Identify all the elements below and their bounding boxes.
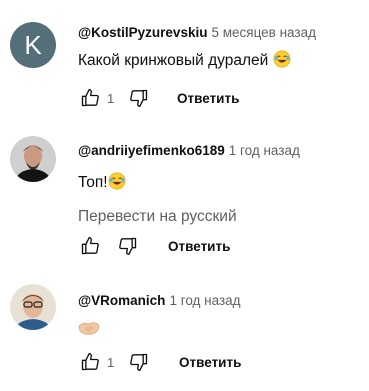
comment-text bbox=[78, 319, 363, 343]
thumb-up-icon bbox=[81, 89, 99, 107]
comment-2: @andriiyefimenko6189 1 год назад Топ! Пер… bbox=[0, 122, 369, 272]
like-count: 1 bbox=[107, 354, 115, 370]
comment-meta: @andriiyefimenko6189 1 год назад bbox=[78, 142, 363, 159]
handshake-emoji-icon bbox=[78, 319, 100, 343]
dislike-button[interactable] bbox=[127, 350, 151, 374]
like-button[interactable] bbox=[78, 234, 102, 258]
comment-time[interactable]: 5 месяцев назад bbox=[211, 25, 316, 40]
comment-text-content: Какой кринжовый дуралей bbox=[78, 52, 269, 69]
dislike-button[interactable] bbox=[127, 86, 151, 110]
avatar[interactable] bbox=[10, 284, 56, 330]
thumb-up-icon bbox=[81, 353, 99, 371]
thumb-down-icon bbox=[130, 353, 148, 371]
comment-meta: @KostilPyzurevskiu 5 месяцев назад bbox=[78, 24, 363, 41]
like-button[interactable] bbox=[78, 350, 102, 374]
comment-time[interactable]: 1 год назад bbox=[229, 143, 300, 158]
reply-button[interactable]: Ответить bbox=[168, 239, 230, 254]
laughing-emoji-icon bbox=[108, 172, 126, 196]
thumb-down-icon bbox=[119, 237, 137, 255]
comment-actions: 1 Ответить bbox=[78, 350, 241, 374]
laughing-emoji-icon bbox=[273, 50, 291, 74]
reply-button[interactable]: Ответить bbox=[177, 91, 239, 106]
comment-1: K @KostilPyzurevskiu 5 месяцев назад Како… bbox=[0, 0, 369, 122]
like-count: 1 bbox=[107, 90, 115, 106]
comment-actions: 1 Ответить bbox=[78, 86, 239, 110]
comment-time[interactable]: 1 год назад bbox=[169, 293, 240, 308]
comment-author[interactable]: @andriiyefimenko6189 bbox=[78, 143, 225, 158]
reply-button[interactable]: Ответить bbox=[179, 355, 241, 370]
thumb-up-icon bbox=[81, 237, 99, 255]
thumb-down-icon bbox=[130, 89, 148, 108]
comment-meta: @VRomanich 1 год назад bbox=[78, 292, 363, 309]
comment-author[interactable]: @VRomanich bbox=[78, 293, 165, 308]
comment-text: Какой кринжовый дуралей bbox=[78, 50, 363, 74]
translate-link[interactable]: Перевести на русский bbox=[78, 207, 363, 227]
comment-text-content: Топ! bbox=[78, 174, 108, 191]
comment-actions: Ответить bbox=[78, 234, 230, 258]
dislike-button[interactable] bbox=[116, 234, 140, 258]
comment-text: Топ! bbox=[78, 172, 363, 196]
avatar[interactable]: K bbox=[10, 22, 56, 68]
comment-author[interactable]: @KostilPyzurevskiu bbox=[78, 25, 207, 40]
like-button[interactable] bbox=[78, 86, 102, 110]
comment-3: @VRomanich 1 год назад 1 Ответить bbox=[0, 272, 369, 391]
avatar[interactable] bbox=[10, 136, 56, 182]
